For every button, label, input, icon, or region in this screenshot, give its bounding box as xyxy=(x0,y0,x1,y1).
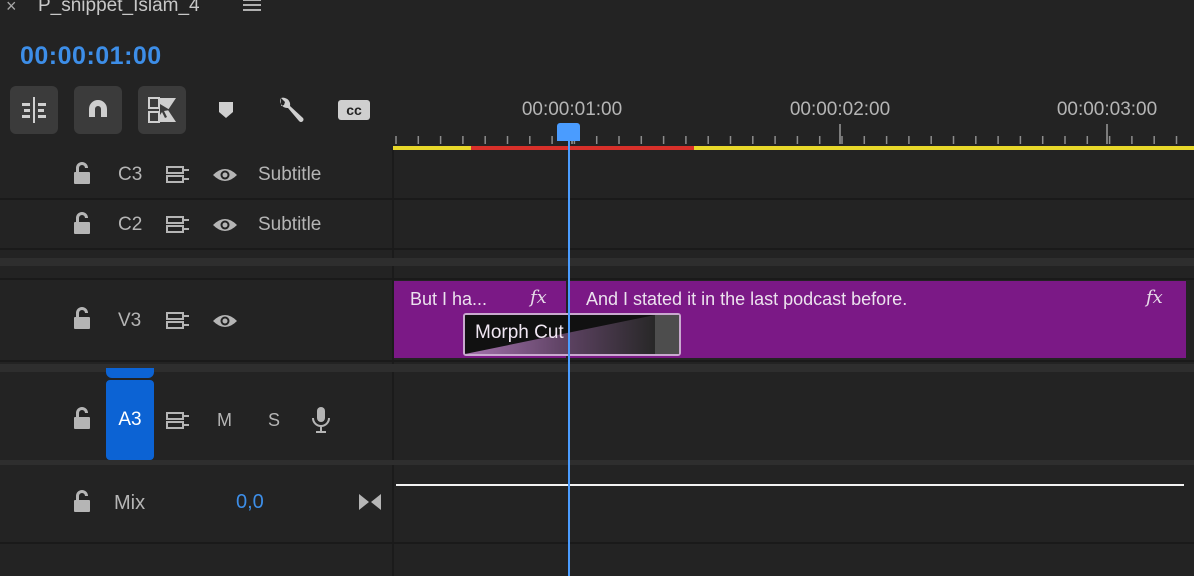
fx-badge-icon[interactable]: fx xyxy=(530,287,547,308)
time-ruler[interactable]: 00:00:01:00 00:00:02:00 00:00:03:00 xyxy=(393,80,1194,150)
playhead-timecode[interactable]: 00:00:01:00 xyxy=(20,42,162,71)
ruler-label-2s: 00:00:02:00 xyxy=(790,99,890,120)
clip-title: And I stated it in the last podcast befo… xyxy=(586,289,908,309)
solo-track-button[interactable]: S xyxy=(268,410,280,431)
lock-icon[interactable] xyxy=(72,307,92,331)
transition-label: Morph Cut xyxy=(475,322,564,343)
go-to-bounds-icon[interactable] xyxy=(358,492,382,512)
track-label-c2: Subtitle xyxy=(258,214,322,235)
add-marker-button[interactable] xyxy=(202,86,250,134)
track-name-c2[interactable]: C2 xyxy=(118,214,142,236)
track-separator xyxy=(0,198,1194,200)
captions-icon: cc xyxy=(338,100,370,120)
lock-icon[interactable] xyxy=(72,212,92,236)
svg-text:cc: cc xyxy=(346,102,362,118)
sync-lock-icon[interactable] xyxy=(166,311,190,331)
render-bar-yellow-left xyxy=(393,146,471,150)
sync-lock-icon[interactable] xyxy=(166,215,190,235)
snap-button[interactable] xyxy=(74,86,122,134)
linked-selection-button[interactable] xyxy=(138,86,186,134)
snap-magnet-icon xyxy=(89,100,107,121)
wrench-settings-icon xyxy=(280,97,304,122)
eye-icon[interactable] xyxy=(212,216,238,234)
track-name-mix: Mix xyxy=(114,492,146,514)
sync-lock-icon[interactable] xyxy=(166,165,190,185)
linked-selection-icon xyxy=(148,97,176,123)
track-separator xyxy=(0,542,1194,544)
playhead-handle[interactable] xyxy=(557,123,580,141)
clip-title: But I ha... xyxy=(410,289,488,309)
track-separator xyxy=(0,460,1194,465)
render-bar-yellow-right xyxy=(694,146,1194,150)
insert-overwrite-sequences-button[interactable] xyxy=(10,86,58,134)
track-name-c3[interactable]: C3 xyxy=(118,164,142,186)
timeline-settings-button[interactable] xyxy=(266,86,314,134)
track-name-a3[interactable]: A3 xyxy=(106,380,154,460)
captions-button[interactable]: cc xyxy=(330,86,378,134)
mute-track-button[interactable]: M xyxy=(217,410,232,431)
playhead-line[interactable] xyxy=(568,140,570,576)
header-divider xyxy=(392,150,394,576)
track-separator xyxy=(0,360,1194,362)
track-separator xyxy=(0,278,1194,280)
ruler-label-1s: 00:00:01:00 xyxy=(522,99,622,120)
insert-overwrite-sequences-icon xyxy=(22,97,46,123)
morph-cut-transition[interactable]: Morph Cut xyxy=(463,313,681,356)
ruler-ticks xyxy=(395,124,1178,144)
lock-icon[interactable] xyxy=(72,162,92,186)
fx-badge-icon[interactable]: fx xyxy=(1146,287,1163,308)
track-label-c3: Subtitle xyxy=(258,164,322,185)
hamburger-menu-icon[interactable] xyxy=(243,0,261,12)
mix-volume-line xyxy=(396,484,1184,486)
video-audio-divider xyxy=(0,364,1194,372)
track-targeting-tab[interactable] xyxy=(106,368,154,378)
track-separator xyxy=(0,248,1194,250)
lock-icon[interactable] xyxy=(72,407,92,431)
video-audio-gap xyxy=(0,258,1194,266)
eye-icon[interactable] xyxy=(212,166,238,184)
lock-icon[interactable] xyxy=(72,490,92,514)
close-panel-button[interactable]: × xyxy=(6,0,17,17)
add-marker-icon xyxy=(219,102,233,118)
ruler-label-3s: 00:00:03:00 xyxy=(1057,99,1157,120)
render-bar-red xyxy=(471,146,694,150)
eye-icon[interactable] xyxy=(212,312,238,330)
microphone-icon[interactable] xyxy=(312,406,330,434)
sync-lock-icon[interactable] xyxy=(166,411,190,431)
sequence-tab-title[interactable]: P_snippet_Islam_4 xyxy=(38,0,200,17)
mix-volume-value[interactable]: 0,0 xyxy=(236,491,264,514)
track-name-v3[interactable]: V3 xyxy=(118,310,141,332)
